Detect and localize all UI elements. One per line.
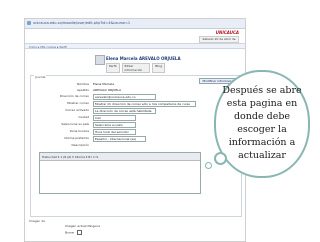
edit-form: Journal Modificar información Nombre Ele…: [30, 75, 242, 217]
image-section-label: Imagen de: [29, 219, 46, 223]
field-row-last-name: Apellido AREVALO ORJUELA: [39, 88, 219, 93]
field-label: Zona horaria: [69, 129, 89, 133]
field-row-city: Ciudad Cali: [39, 115, 219, 121]
thought-bubble: Después se abre esta pagina en donde deb…: [214, 70, 310, 178]
site-header: UNICAUCA Sábado 20 de Abril de 2013: [25, 29, 245, 46]
field-label: Nombre: [77, 82, 89, 86]
field-row-show-email: Mostrar correo Mostrar mi dirección de c…: [39, 101, 219, 107]
tab-edit-info[interactable]: Editar información: [121, 63, 151, 73]
timezone-select[interactable]: Hora local del servidor: [93, 129, 136, 135]
field-label: Apellido: [76, 88, 89, 92]
slide: unicauca.edu.co/moodle/user/edit.php?id=…: [0, 0, 320, 242]
field-row-language: Idioma preferido Español - Internacional…: [39, 136, 219, 142]
field-row-timezone: Zona horaria Hora local del servidor: [39, 129, 219, 135]
email-field[interactable]: earevalo@unicauca.edu.co: [93, 94, 156, 100]
field-label: Idioma preferido: [64, 136, 89, 140]
current-image-label: Imagen actual: [65, 224, 87, 228]
breadcrumb[interactable]: Inicio ▸ Mis cursos ▸ Perfil: [25, 43, 245, 49]
callout-text: Después se abre esta pagina en donde deb…: [222, 85, 302, 161]
country-select[interactable]: Seleccione su país: [93, 122, 136, 128]
url-text[interactable]: unicauca.edu.co/moodle/user/edit.php?id=…: [33, 20, 130, 26]
field-label: Correo activado: [65, 108, 89, 112]
site-brand: UNICAUCA: [215, 30, 239, 35]
language-select[interactable]: Español - Internacional (es): [93, 136, 146, 142]
description-editor[interactable]: Trebuchet ▾ 1 (8 pt) ▾ Idioma ▾ B I U S: [39, 152, 201, 194]
address-bar[interactable]: unicauca.edu.co/moodle/user/edit.php?id=…: [25, 19, 245, 29]
screenshot-frame: unicauca.edu.co/moodle/user/edit.php?id=…: [24, 18, 246, 242]
page-icon: [27, 21, 31, 25]
tab-profile[interactable]: Perfil: [106, 63, 120, 73]
field-row-email: Dirección de correo earevalo@unicauca.ed…: [39, 94, 219, 100]
current-image-value: Ninguna: [87, 224, 100, 228]
field-row-country: Seleccione su país Seleccione su país: [39, 122, 219, 128]
bubble-tail-large: [214, 152, 227, 165]
field-label: Dirección de correo: [59, 94, 89, 98]
form-section-label: Journal: [34, 75, 47, 79]
field-label: Ciudad: [78, 115, 89, 119]
field-value: Elena Marcela: [93, 82, 115, 86]
email-enabled-select[interactable]: La dirección de correo está habilitada: [93, 108, 156, 114]
profile-tabs: Perfil Editar información Blog: [106, 63, 165, 73]
date-box: Sábado 20 de Abril de 2013: [199, 36, 239, 46]
user-name: Elena Marcela AREVALO ORJUELA: [106, 56, 181, 61]
field-row-first-name: Nombre Elena Marcela: [39, 82, 219, 87]
field-row-description: Descripción: [39, 143, 219, 148]
field-label: Seleccione su país: [61, 122, 89, 126]
city-field[interactable]: Cali: [93, 115, 136, 121]
user-header: Elena Marcela AREVALO ORJUELA Perfil Edi…: [95, 55, 181, 75]
avatar: [95, 55, 105, 65]
bubble-tail-small: [205, 162, 212, 169]
current-image-row: Imagen actual Ninguna: [65, 224, 100, 229]
delete-image-label: Borrar: [65, 230, 75, 235]
field-row-email-enabled: Correo activado La dirección de correo e…: [39, 108, 219, 114]
delete-image-row: Borrar: [65, 230, 83, 236]
show-email-select[interactable]: Mostrar mi dirección de correo sólo a mi…: [93, 101, 196, 107]
editor-toolbar[interactable]: Trebuchet ▾ 1 (8 pt) ▾ Idioma ▾ B I U S: [40, 153, 200, 161]
field-label: Mostrar correo: [67, 101, 89, 105]
field-label: Descripción: [71, 143, 89, 147]
delete-image-checkbox[interactable]: [77, 230, 83, 235]
field-value: AREVALO ORJUELA: [93, 88, 122, 92]
tab-blog[interactable]: Blog: [152, 63, 165, 73]
